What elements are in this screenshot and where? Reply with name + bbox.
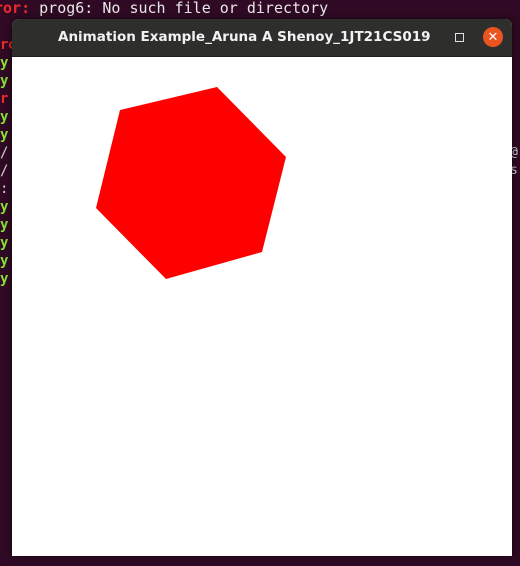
terminal-fragment: r	[0, 91, 9, 107]
drawing-canvas	[12, 57, 512, 556]
terminal-error-message: prog6: No such file or directory	[30, 0, 329, 17]
maximize-icon	[454, 32, 464, 42]
minimize-icon: –	[422, 29, 430, 45]
terminal-fragment: y	[0, 73, 9, 89]
terminal-fragment: /	[0, 163, 9, 179]
window-titlebar[interactable]: Animation Example_Aruna A Shenoy_1JT21CS…	[12, 19, 512, 57]
app-window: Animation Example_Aruna A Shenoy_1JT21CS…	[12, 19, 512, 556]
terminal-fragment: y	[0, 217, 9, 233]
hexagon-shape	[96, 87, 286, 279]
terminal-fragment: y	[0, 55, 9, 71]
close-icon: ✕	[487, 29, 499, 45]
close-button[interactable]: ✕	[483, 27, 503, 47]
maximize-button[interactable]	[449, 27, 469, 47]
canvas-svg	[96, 87, 286, 279]
terminal-fragment: y	[0, 199, 9, 215]
terminal-fragment: y	[0, 253, 9, 269]
terminal-fragment: y	[0, 271, 9, 287]
terminal-fragment: /	[0, 145, 9, 161]
terminal-fragment: :	[0, 181, 9, 197]
minimize-button[interactable]: –	[416, 27, 436, 47]
terminal-fragment: y	[0, 127, 9, 143]
terminal-error-line: ror: prog6: No such file or directory	[0, 0, 328, 17]
terminal-fragment: y	[0, 235, 9, 251]
terminal-fragment: y	[0, 109, 9, 125]
terminal-error-prefix: ror:	[0, 0, 31, 17]
window-title: Animation Example_Aruna A Shenoy_1JT21CS…	[58, 29, 431, 45]
